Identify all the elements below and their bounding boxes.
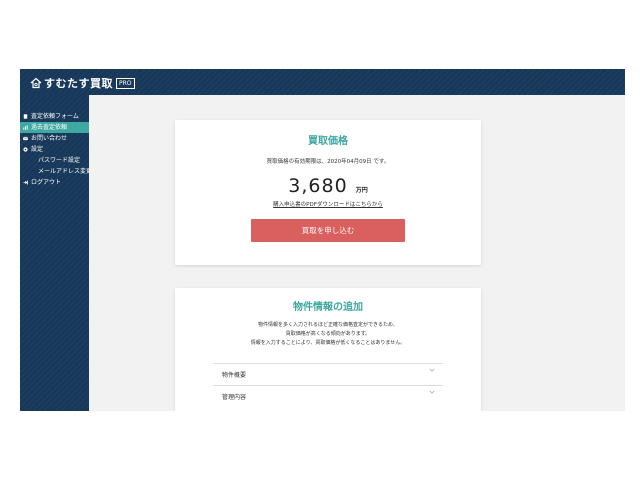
accordion-property-overview[interactable]: 物件概要 <box>213 363 443 384</box>
pro-badge: PRO <box>116 77 135 89</box>
sidebar-item-email-change[interactable]: メールアドレス変更 <box>20 166 93 177</box>
property-info-card: 物件情報の追加 物件情報を多く入力されるほど正確な価格査定ができるため、 買取価… <box>175 288 481 411</box>
price-title: 買取価格 <box>308 136 348 147</box>
sidebar-item-logout[interactable]: ログアウト <box>20 177 89 188</box>
chart-icon <box>23 125 28 130</box>
description-line: 情報を入力することにより、買取価格が低くなることはありません。 <box>250 340 406 346</box>
property-info-title: 物件情報の追加 <box>293 302 363 313</box>
logo[interactable]: すむたす買取 PRO <box>30 75 135 91</box>
sidebar-item-label: 過去査定依頼 <box>31 124 68 131</box>
house-icon <box>30 77 42 89</box>
sidebar-item-label: 設定 <box>31 146 44 153</box>
description-line: 買取価格が高くなる傾向があります。 <box>285 331 371 337</box>
sidebar-item-label: パスワード設定 <box>38 157 81 164</box>
accordion-label: 管理内容 <box>222 394 247 401</box>
gear-icon <box>23 147 28 152</box>
apply-purchase-button[interactable]: 買取を申し込む <box>251 219 405 242</box>
top-bar: すむたす買取 PRO <box>20 69 625 95</box>
app-window: すむたす買取 PRO 査定依頼フォーム 過去査定依頼 お問い合わせ 設定 パスワ… <box>20 69 625 411</box>
main-content: 買取価格 買取価格の有効期限は、2020年04月09日 です。 3,680 万円 … <box>89 95 625 411</box>
brand-name: すむたす買取 <box>44 77 113 90</box>
sidebar-item-label: 査定依頼フォーム <box>31 113 79 120</box>
sidebar-item-label: お問い合わせ <box>31 135 68 142</box>
mail-icon <box>23 136 28 141</box>
chevron-down-icon <box>429 368 435 372</box>
pdf-download-link[interactable]: 購入申込書のPDFダウンロードはこちらから <box>175 200 481 208</box>
sidebar: 査定依頼フォーム 過去査定依頼 お問い合わせ 設定 パスワード設定 メールアドレ… <box>20 95 93 411</box>
sidebar-item-past-appraisals[interactable]: 過去査定依頼 <box>20 122 89 133</box>
chevron-down-icon <box>429 390 435 394</box>
price-unit: 万円 <box>355 187 368 194</box>
logout-icon <box>23 180 28 185</box>
sidebar-item-label: ログアウト <box>31 179 62 186</box>
sidebar-item-password[interactable]: パスワード設定 <box>20 155 89 166</box>
price-value: 3,680 万円 <box>175 175 481 197</box>
price-deadline-text: 買取価格の有効期限は、2020年04月09日 です。 <box>266 159 390 165</box>
sidebar-item-appraisal-form[interactable]: 査定依頼フォーム <box>20 111 89 122</box>
accordion-management[interactable]: 管理内容 <box>213 385 443 406</box>
sidebar-item-settings[interactable]: 設定 <box>20 144 89 155</box>
document-icon <box>23 114 28 119</box>
description-line: 物件情報を多く入力されるほど正確な価格査定ができるため、 <box>258 322 398 328</box>
sidebar-item-label: メールアドレス変更 <box>38 168 93 175</box>
price-number: 3,680 <box>288 175 348 197</box>
sidebar-item-contact[interactable]: お問い合わせ <box>20 133 89 144</box>
accordion-label: 物件概要 <box>222 372 247 379</box>
price-card: 買取価格 買取価格の有効期限は、2020年04月09日 です。 3,680 万円 … <box>175 120 481 265</box>
